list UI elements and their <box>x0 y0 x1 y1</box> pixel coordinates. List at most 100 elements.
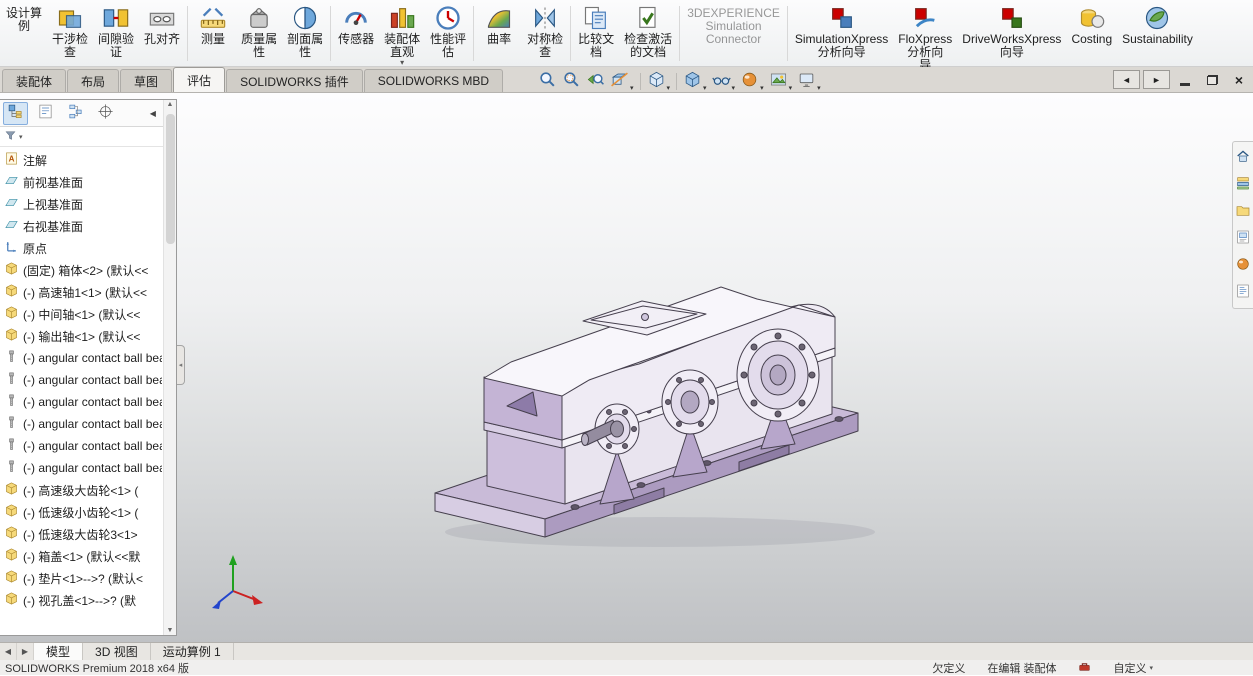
scrollbar-thumb[interactable] <box>166 114 175 244</box>
ribbon-separator <box>187 6 189 61</box>
panel-splitter-handle[interactable]: ◂ <box>177 345 185 385</box>
tree-item[interactable]: 右视基准面 <box>4 215 162 237</box>
view-orientation-button[interactable]: ▾ <box>645 69 673 93</box>
ribbon-button-measure[interactable]: 测量 <box>190 1 236 66</box>
tab-评估[interactable]: 评估 <box>173 67 226 92</box>
filter-caret-icon[interactable]: ▾ <box>19 133 23 141</box>
tree-pane-arrow-left[interactable]: ◀ <box>148 109 158 118</box>
ribbon-button-curvature[interactable]: 曲率 <box>476 1 522 66</box>
propertymanager-tab[interactable] <box>33 102 58 125</box>
scroll-tabs-left-button[interactable]: ◀ <box>0 643 17 660</box>
view-palette-icon <box>1235 230 1251 248</box>
tab-装配体[interactable]: 装配体 <box>2 69 67 92</box>
ribbon-button-symmetry-check[interactable]: 对称检查 <box>522 1 568 66</box>
pane-right-button[interactable]: ► <box>1143 70 1170 89</box>
tree-item[interactable]: (-) 高速级大齿轮<1> ( <box>4 479 162 501</box>
featuremanager-tree-icon <box>7 103 24 123</box>
tab-SOLIDWORKS MBD[interactable]: SOLIDWORKS MBD <box>363 69 504 92</box>
ribbon-button-clearance-verify[interactable]: 间隙验证 <box>93 1 139 66</box>
section-view-button[interactable]: ▾ <box>608 69 636 93</box>
tree-item[interactable]: (-) 中间轴<1> (默认<< <box>4 303 162 325</box>
restore-button[interactable] <box>1200 70 1224 89</box>
ribbon-button-label: 间隙验证 <box>98 32 135 59</box>
ribbon-button-sustainability[interactable]: Sustainability <box>1117 1 1198 66</box>
tree-item[interactable]: (-) 输出轴<1> (默认<< <box>4 325 162 347</box>
bottom-tab-3d-views[interactable]: 3D 视图 <box>83 643 151 660</box>
tree-filter-bar[interactable]: ▾ <box>0 127 176 147</box>
tree-item[interactable]: (-) angular contact ball bearing <box>4 347 162 369</box>
scroll-down-icon[interactable]: ▼ <box>167 627 174 634</box>
edit-appearance-button[interactable]: ▾ <box>738 69 766 93</box>
ribbon-button-costing[interactable]: Costing <box>1066 1 1117 66</box>
ribbon-button-driveworksxpress[interactable]: DriveWorksXpress 向导 <box>957 1 1066 66</box>
tree-item[interactable]: (-) 低速级大齿轮3<1> <box>4 523 162 545</box>
view-palette-tab[interactable] <box>1235 229 1251 248</box>
previous-view-button[interactable] <box>584 69 607 93</box>
ribbon-button-interference-check[interactable]: 干涉检查 <box>47 1 93 66</box>
tree-item[interactable]: 上视基准面 <box>4 193 162 215</box>
status-item[interactable]: 自定义 ▾ <box>1113 660 1153 676</box>
tree-scrollbar[interactable]: ▲ ▼ <box>163 100 176 635</box>
tree-item[interactable]: 前视基准面 <box>4 171 162 193</box>
tree-item[interactable]: (-) angular contact ball bearing <box>4 369 162 391</box>
tree-item[interactable]: (-) angular contact ball bearing <box>4 391 162 413</box>
minimize-button[interactable] <box>1173 70 1197 89</box>
bottom-tab-motion-study[interactable]: 运动算例 1 <box>151 643 234 660</box>
toolbox-status-icon[interactable] <box>1078 660 1091 676</box>
tree-item[interactable]: (-) angular contact ball bearing <box>4 457 162 479</box>
featuremanager-tree-tab[interactable] <box>3 101 28 125</box>
pane-left-button[interactable]: ◄ <box>1113 70 1140 89</box>
tab-布局[interactable]: 布局 <box>67 69 120 92</box>
ribbon-button-check-active-document[interactable]: 检查激活 的文档 <box>619 1 677 66</box>
component-bearing-icon <box>4 459 19 477</box>
ribbon-button-mass-properties[interactable]: 质量属性 <box>236 1 282 66</box>
resources-tab[interactable] <box>1235 148 1251 167</box>
appearances-tab[interactable] <box>1235 256 1251 275</box>
ribbon-button-simulationxpress[interactable]: SimulationXpress 分析向导 <box>790 1 893 66</box>
apply-scene-button[interactable]: ▾ <box>767 69 795 93</box>
gearbox-model[interactable] <box>425 214 895 554</box>
bottom-tab-model[interactable]: 模型 <box>34 643 84 660</box>
display-style-button[interactable]: ▾ <box>681 69 709 93</box>
hide-show-items-icon <box>711 70 731 92</box>
ribbon-button-sensor[interactable]: 传感器 <box>333 1 379 66</box>
tree-item[interactable]: (-) 视孔盖<1>-->? (默 <box>4 589 162 611</box>
ribbon-button-section-properties[interactable]: 剖面属性 <box>282 1 328 66</box>
ribbon-button-floxpress[interactable]: FloXpress 分析向导 <box>893 1 957 72</box>
component-part-icon <box>4 503 19 521</box>
close-button[interactable]: × <box>1227 70 1251 89</box>
tree-item[interactable]: (-) 箱盖<1> (默认<<默 <box>4 545 162 567</box>
tree-item[interactable]: (固定) 箱体<2> (默认<< <box>4 259 162 281</box>
custom-properties-tab[interactable] <box>1235 283 1251 302</box>
ribbon-button-performance-evaluation[interactable]: 性能评估 <box>425 1 471 66</box>
hide-show-items-button[interactable]: ▾ <box>710 69 738 93</box>
tab-SOLIDWORKS 插件[interactable]: SOLIDWORKS 插件 <box>226 69 363 92</box>
zoom-area-button[interactable] <box>560 69 583 93</box>
scroll-tabs-right-button[interactable]: ▶ <box>17 643 34 660</box>
tab-草图[interactable]: 草图 <box>120 69 173 92</box>
tree-item-label: (固定) 箱体<2> (默认<< <box>23 263 149 278</box>
tree-item[interactable]: (-) 垫片<1>-->? (默认< <box>4 567 162 589</box>
dimxpertmanager-tab[interactable] <box>93 102 118 125</box>
component-part-icon <box>4 569 19 587</box>
tree-item[interactable]: (-) angular contact ball bearing <box>4 413 162 435</box>
tree-item[interactable]: (-) angular contact ball bearing <box>4 435 162 457</box>
tree-item[interactable]: (-) 低速级小齿轮<1> ( <box>4 501 162 523</box>
configurationmanager-tab[interactable] <box>63 102 88 125</box>
design-library-tab[interactable] <box>1235 175 1251 194</box>
view-settings-button[interactable]: ▾ <box>795 69 823 93</box>
ribbon-button-hole-alignment[interactable]: 孔对齐 <box>139 1 185 66</box>
tree-item[interactable]: (-) 高速轴1<1> (默认<< <box>4 281 162 303</box>
ribbon-button-assembly-visualization[interactable]: 装配体 直观 ▾ <box>379 1 425 67</box>
graphics-area[interactable]: ◀▶ ▾ A 注解前视基准面上视基准面右视基准面原点 (固定) 箱体<2> (默认<… <box>0 93 1253 642</box>
tree-item-label: (-) angular contact ball bearing <box>23 351 162 365</box>
dropdown-caret-icon: ▾ <box>666 85 671 92</box>
file-explorer-tab[interactable] <box>1235 202 1251 221</box>
tree-item[interactable]: 原点 <box>4 237 162 259</box>
ribbon-button-design-study[interactable]: 设计算例 <box>1 1 47 66</box>
scroll-up-icon[interactable]: ▲ <box>167 101 174 108</box>
document-window-controls: ◄ ► × <box>1113 70 1251 89</box>
tree-item[interactable]: A 注解 <box>4 149 162 171</box>
zoom-fit-button[interactable] <box>536 69 559 93</box>
ribbon-button-compare-documents[interactable]: 比较文档 <box>573 1 619 66</box>
